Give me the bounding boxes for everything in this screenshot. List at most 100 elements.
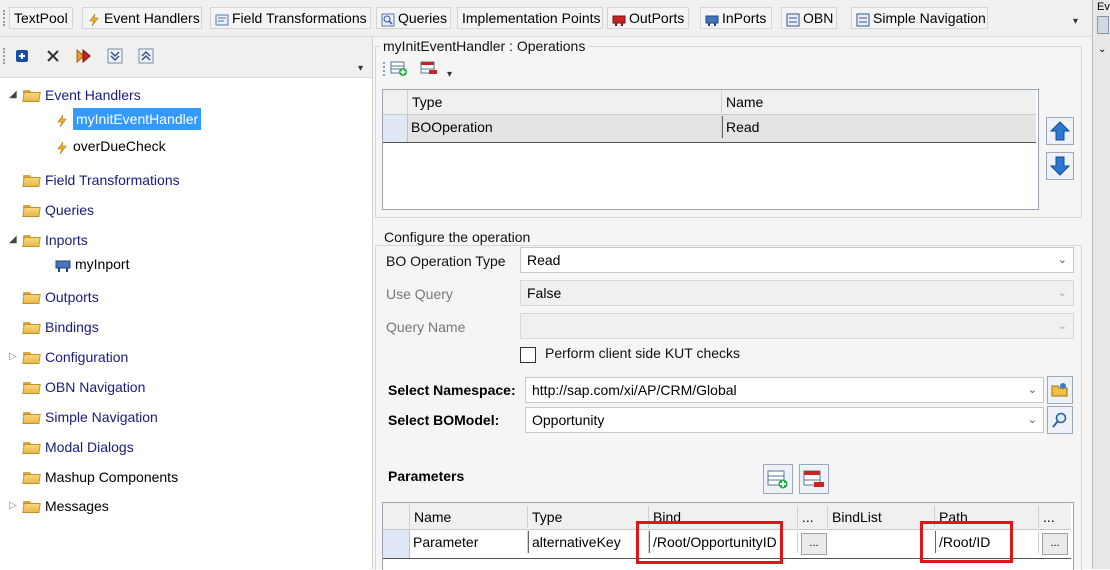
delete-parameter-button[interactable] — [799, 464, 829, 494]
tab-obn[interactable]: OBN — [781, 7, 837, 29]
column-header-name[interactable]: Name — [722, 91, 1036, 113]
folder-icon — [23, 471, 41, 484]
tree-node-field-transformations[interactable]: Field Transformations — [23, 169, 180, 191]
cell-name[interactable]: Parameter — [410, 531, 528, 553]
outport-icon — [612, 11, 626, 26]
tree-node-label: Messages — [45, 498, 109, 514]
configure-title: Configure the operation — [381, 229, 534, 245]
row-selector[interactable] — [383, 115, 408, 142]
bo-operation-type-select[interactable]: Read ⌄ — [520, 247, 1074, 273]
column-header-type[interactable]: Type — [528, 506, 649, 528]
column-header-bind-button[interactable]: ... — [798, 506, 828, 528]
toolbar-overflow-icon[interactable]: ▾ — [358, 63, 363, 74]
bind-browse-button[interactable]: ... — [801, 533, 827, 555]
tab-event-handlers[interactable]: Event Handlers — [82, 7, 202, 29]
search-icon — [1052, 412, 1067, 428]
query-name-select: ⌄ — [520, 313, 1074, 339]
tab-field-transformations[interactable]: Field Transformations — [210, 7, 371, 29]
tab-simple-navigation[interactable]: Simple Navigation — [851, 7, 988, 29]
tree-node-my-init-event-handler[interactable]: myInitEventHandler — [55, 108, 202, 130]
expanded-arrow-icon[interactable]: ◢ — [9, 229, 19, 251]
column-header-type[interactable]: Type — [408, 91, 722, 113]
parameters-title: Parameters — [388, 468, 465, 484]
path-browse-button[interactable]: ... — [1042, 533, 1068, 555]
tree-node-queries[interactable]: Queries — [23, 199, 94, 221]
expand-all-icon[interactable] — [104, 45, 126, 67]
column-header-bindlist[interactable]: BindList — [828, 506, 935, 528]
move-up-button[interactable] — [1046, 117, 1074, 145]
tree-node-myinport[interactable]: myInport — [55, 253, 129, 275]
toolbar-grip[interactable] — [3, 48, 9, 64]
operations-toolbar: ▾ — [383, 59, 463, 81]
tree-node-bindings[interactable]: Bindings — [23, 316, 99, 338]
tree-node-label: Simple Navigation — [45, 409, 158, 425]
delete-row-icon — [803, 470, 824, 487]
tree-node-obn-navigation[interactable]: OBN Navigation — [23, 376, 145, 398]
tree-node-outports[interactable]: Outports — [23, 286, 99, 308]
obn-icon — [786, 11, 800, 27]
cell-type[interactable]: alternativeKey — [528, 531, 649, 553]
tree-node-label: myInport — [75, 256, 130, 272]
row-selector[interactable] — [383, 530, 410, 558]
tab-textpool[interactable]: TextPool — [9, 7, 73, 29]
add-parameter-button[interactable] — [763, 464, 793, 494]
tree-node-label: myInitEventHandler — [73, 108, 202, 130]
move-down-button[interactable] — [1046, 152, 1074, 180]
tab-overflow-icon[interactable]: ▾ — [1073, 16, 1078, 27]
tree-node-label: Event Handlers — [45, 87, 141, 103]
path-highlight-box — [920, 521, 1013, 563]
chevron-down-icon[interactable]: ⌄ — [1028, 378, 1037, 402]
grid-header: Type Name — [383, 90, 1036, 115]
lightning-icon — [55, 112, 69, 128]
tab-implementation-points[interactable]: Implementation Points — [457, 7, 603, 29]
tab-label: Implementation Points — [462, 10, 601, 26]
tree-node-modal-dialogs[interactable]: Modal Dialogs — [23, 436, 134, 458]
run-icon[interactable] — [73, 45, 95, 67]
toolbar-grip[interactable] — [383, 62, 389, 76]
delete-icon[interactable] — [42, 45, 64, 67]
column-header-path-button[interactable]: ... — [1039, 506, 1071, 528]
query-icon — [381, 11, 395, 27]
toolbar-overflow-icon[interactable]: ▾ — [447, 69, 452, 80]
bind-highlight-box — [636, 521, 783, 564]
kut-checkbox[interactable] — [520, 347, 536, 363]
tab-outports[interactable]: OutPorts — [607, 7, 689, 29]
side-panel-strip: Ev ⌄ — [1092, 0, 1110, 569]
cell-type[interactable]: BOOperation — [408, 116, 722, 138]
select-value: Read — [527, 252, 561, 268]
collapse-all-icon[interactable] — [135, 45, 157, 67]
namespace-label: Select Namespace: — [388, 382, 516, 398]
cell-name[interactable]: Read — [722, 116, 1036, 138]
arrow-up-icon — [1049, 121, 1071, 141]
bomodel-select[interactable]: Opportunity ⌄ — [525, 407, 1044, 433]
tree-node-inports[interactable]: ◢ Inports — [9, 229, 88, 251]
collapsed-arrow-icon[interactable]: ▷ — [9, 346, 19, 368]
folder-icon — [23, 411, 41, 424]
folder-icon — [23, 291, 41, 304]
lightning-icon — [55, 139, 69, 155]
search-bomodel-button[interactable] — [1047, 406, 1073, 434]
tree-node-messages[interactable]: ▷ Messages — [9, 495, 109, 517]
tree-node-event-handlers[interactable]: ◢ Event Handlers — [9, 84, 141, 106]
expanded-arrow-icon[interactable]: ◢ — [9, 84, 19, 106]
tab-inports[interactable]: InPorts — [700, 7, 772, 29]
browse-namespace-button[interactable] — [1047, 376, 1073, 404]
row-header-corner — [383, 90, 408, 114]
delete-row-icon[interactable] — [420, 60, 438, 79]
tree-node-mashup-components[interactable]: Mashup Components — [23, 466, 178, 488]
table-row[interactable]: BOOperation Read — [383, 115, 1036, 143]
namespace-select[interactable]: http://sap.com/xi/AP/CRM/Global ⌄ — [525, 377, 1044, 403]
chevron-down-icon[interactable]: ⌄ — [1058, 248, 1067, 272]
chevron-down-icon[interactable]: ⌄ — [1028, 408, 1037, 432]
tree-node-simple-navigation[interactable]: Simple Navigation — [23, 406, 158, 428]
chevron-down-icon[interactable]: ⌄ — [1098, 44, 1106, 55]
tree-node-overduecheck[interactable]: overDueCheck — [55, 135, 166, 157]
tab-label: InPorts — [722, 10, 767, 26]
add-icon[interactable] — [11, 45, 33, 67]
tab-queries[interactable]: Queries — [376, 7, 451, 29]
tree-node-configuration[interactable]: ▷ Configuration — [9, 346, 128, 368]
add-row-icon[interactable] — [390, 60, 408, 79]
side-panel-icon[interactable] — [1097, 16, 1109, 34]
column-header-name[interactable]: Name — [410, 506, 528, 528]
collapsed-arrow-icon[interactable]: ▷ — [9, 495, 19, 517]
